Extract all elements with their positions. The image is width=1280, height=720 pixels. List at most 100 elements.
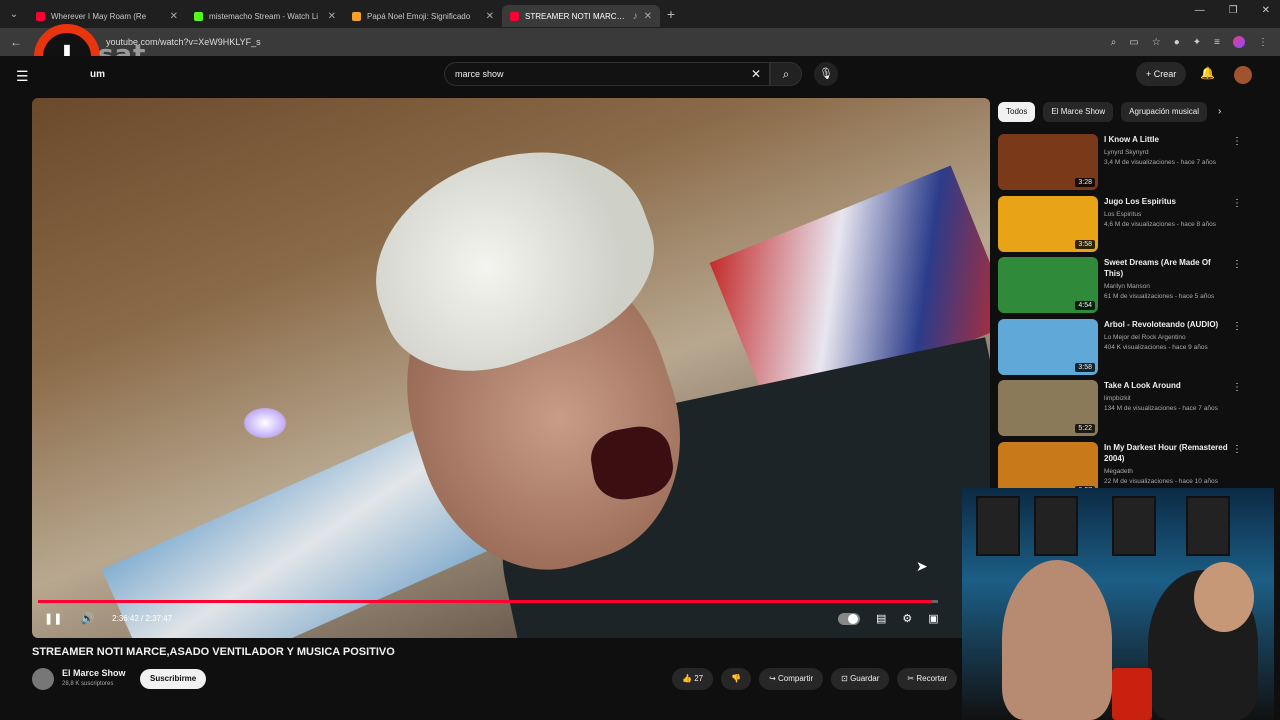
create-label: Crear (1153, 69, 1177, 79)
clear-search-icon[interactable]: ✕ (751, 67, 761, 81)
tab-search-icon[interactable]: ⌄ (0, 9, 28, 20)
address-bar: ← youtube.com/watch?v=XeW9HKLYF_s ⌕ ▭ ☆ … (0, 28, 1280, 56)
rec-meta: 4,6 M de visualizaciones - hace 8 años (1104, 220, 1217, 228)
time-display: 2:36:42 / 2:37:47 (112, 614, 173, 623)
recommendation-item[interactable]: 3:28 I Know A Little Lynyrd Skynyrd 3,4 … (998, 134, 1248, 196)
profile-avatar[interactable] (1233, 36, 1245, 48)
browser-tab[interactable]: mistemacho Stream - Watch Li ✕ (186, 5, 344, 27)
create-button[interactable]: + Crear (1136, 62, 1187, 86)
puzzle-icon[interactable]: ✦ (1193, 37, 1201, 48)
subscriber-count: 28,8 K suscriptores (62, 681, 114, 687)
back-arrow-icon[interactable]: ← (0, 35, 32, 49)
chip-channel[interactable]: El Marce Show (1043, 102, 1114, 122)
subtitles-icon[interactable]: ▤ (876, 612, 886, 625)
player-controls-right: ▤ ⚙ ▣ (838, 612, 939, 625)
rec-title[interactable]: Sweet Dreams (Are Made Of This) (1104, 257, 1228, 279)
video-player[interactable]: ➤ ❚❚ 🔊 2:36:42 / 2:37:47 ▤ ⚙ ▣ (32, 98, 990, 638)
autoplay-toggle[interactable] (838, 612, 860, 625)
rec-title[interactable]: Take A Look Around (1104, 380, 1228, 391)
thumbnail[interactable]: 3:58 (998, 318, 1098, 375)
clip-button[interactable]: ✂ Recortar (897, 668, 958, 690)
close-tab-icon[interactable]: ✕ (328, 11, 336, 22)
notifications-bell-icon[interactable]: 🔔 (1200, 66, 1215, 80)
channel-name[interactable]: El Marce Show (62, 668, 126, 678)
like-button[interactable]: 👍 27 (672, 668, 714, 690)
media-icon[interactable]: ≡ (1214, 37, 1220, 48)
rec-meta: 61 M de visualizaciones - hace 5 años (1104, 293, 1215, 300)
recommendation-item[interactable]: 3:58 Jugo Los Espiritus Los Espiritus 4,… (998, 195, 1248, 258)
rec-title[interactable]: Arbol - Revoloteando (AUDIO) (1104, 319, 1228, 330)
more-options-icon[interactable]: ⋮ (1232, 259, 1242, 270)
video-title: STREAMER NOTI MARCE,ASADO VENTILADOR Y M… (32, 646, 395, 658)
voice-search-button[interactable]: 🎙 (814, 62, 838, 86)
more-options-icon[interactable]: ⋮ (1232, 382, 1242, 393)
menu-dots-icon[interactable]: ⋮ (1258, 37, 1268, 48)
duration-badge: 3:58 (1075, 362, 1095, 372)
video-light (244, 408, 286, 438)
share-button[interactable]: ↪ Compartir (759, 668, 824, 690)
speaker-icon[interactable]: ♪ (633, 11, 638, 22)
extension-icon[interactable]: ● (1174, 37, 1180, 48)
url-field[interactable]: youtube.com/watch?v=XeW9HKLYF_s (106, 37, 1111, 47)
search-input[interactable]: marce show ✕ (444, 62, 770, 86)
rec-meta: 404 K visualizaciones - hace 9 años (1104, 343, 1208, 351)
progress-bar[interactable] (38, 600, 938, 603)
dislike-button[interactable]: 👎 (721, 668, 752, 690)
player-controls-left: ❚❚ 🔊 2:36:42 / 2:37:47 (44, 612, 172, 625)
user-avatar[interactable] (1234, 66, 1252, 84)
more-options-icon[interactable]: ⋮ (1232, 321, 1242, 332)
recommendations-list: 3:28 I Know A Little Lynyrd Skynyrd 3,4 … (998, 134, 1248, 503)
rec-title[interactable]: In My Darkest Hour (Remastered 2004) (1104, 442, 1228, 464)
close-window-icon[interactable]: ✕ (1262, 5, 1270, 16)
new-tab-icon[interactable]: + (660, 6, 682, 22)
browser-tab-strip: ⌄ Wherever I May Roam (Re ✕ mistemacho S… (0, 0, 1280, 28)
settings-gear-icon[interactable]: ⚙ (902, 612, 912, 625)
close-tab-icon[interactable]: ✕ (644, 11, 652, 22)
rec-title[interactable]: Jugo Los Espiritus (1104, 196, 1228, 207)
save-button[interactable]: ⊡ Guardar (831, 668, 890, 690)
chip-musical-group[interactable]: Agrupación musical (1121, 102, 1207, 122)
close-tab-icon[interactable]: ✕ (170, 11, 178, 22)
recommendation-item[interactable]: 3:58 Arbol - Revoloteando (AUDIO) Lo Mej… (998, 318, 1248, 381)
thumbnail[interactable]: 5:22 (998, 380, 1098, 436)
bookmark-star-icon[interactable]: ☆ (1152, 37, 1161, 48)
more-options-icon[interactable]: ⋮ (1232, 136, 1242, 147)
rec-channel: Lynyrd Skynyrd (1104, 149, 1149, 156)
streamer-person (1002, 560, 1112, 720)
volume-icon[interactable]: 🔊 (80, 612, 94, 625)
rec-title[interactable]: I Know A Little (1104, 134, 1228, 145)
wall-poster (976, 496, 1020, 556)
hamburger-menu-icon[interactable]: ☰ (16, 68, 29, 85)
close-tab-icon[interactable]: ✕ (486, 11, 494, 22)
more-options-icon[interactable]: ⋮ (1232, 198, 1242, 209)
thumbnail[interactable]: 4:54 (998, 257, 1098, 313)
zoom-icon[interactable]: ⌕ (1111, 37, 1117, 48)
chip-todos[interactable]: Todos (998, 102, 1036, 122)
cast-icon[interactable]: ▭ (1129, 37, 1138, 48)
recommendation-item[interactable]: 4:54 Sweet Dreams (Are Made Of This) Mar… (998, 257, 1248, 319)
rec-meta: 3,4 M de visualizaciones - hace 7 años (1104, 159, 1217, 166)
rec-channel: limpbizkit (1104, 395, 1131, 402)
search-icon: ⌕ (782, 67, 790, 81)
browser-tab-active[interactable]: STREAMER NOTI MARCE,AS ♪ ✕ (502, 5, 660, 27)
channel-avatar[interactable] (32, 668, 54, 690)
restore-icon[interactable]: ❐ (1229, 5, 1238, 16)
chevron-right-icon[interactable]: › (1218, 106, 1221, 117)
mouse-cursor-icon: ➤ (916, 558, 928, 574)
search-button[interactable]: ⌕ (770, 62, 802, 86)
share-label: Compartir (778, 674, 814, 683)
more-options-icon[interactable]: ⋮ (1232, 444, 1242, 455)
thumbnail[interactable]: 3:58 (998, 195, 1098, 252)
youtube-brand[interactable]: um (90, 69, 105, 80)
subscribe-button[interactable]: Suscribirme (140, 669, 207, 689)
minimize-icon[interactable]: — (1195, 5, 1205, 16)
youtube-favicon-icon (36, 11, 45, 21)
browser-tab[interactable]: Papá Noel Emoji: Significado ✕ (344, 5, 502, 27)
recommendation-item[interactable]: 5:22 Take A Look Around limpbizkit 134 M… (998, 380, 1248, 442)
browser-tab[interactable]: Wherever I May Roam (Re ✕ (28, 5, 186, 27)
miniplayer-icon[interactable]: ▣ (928, 612, 938, 625)
youtube-favicon-icon (510, 11, 519, 21)
pause-icon[interactable]: ❚❚ (44, 612, 62, 625)
rec-channel: Megadeth (1104, 467, 1133, 475)
thumbnail[interactable]: 3:28 (998, 134, 1098, 190)
